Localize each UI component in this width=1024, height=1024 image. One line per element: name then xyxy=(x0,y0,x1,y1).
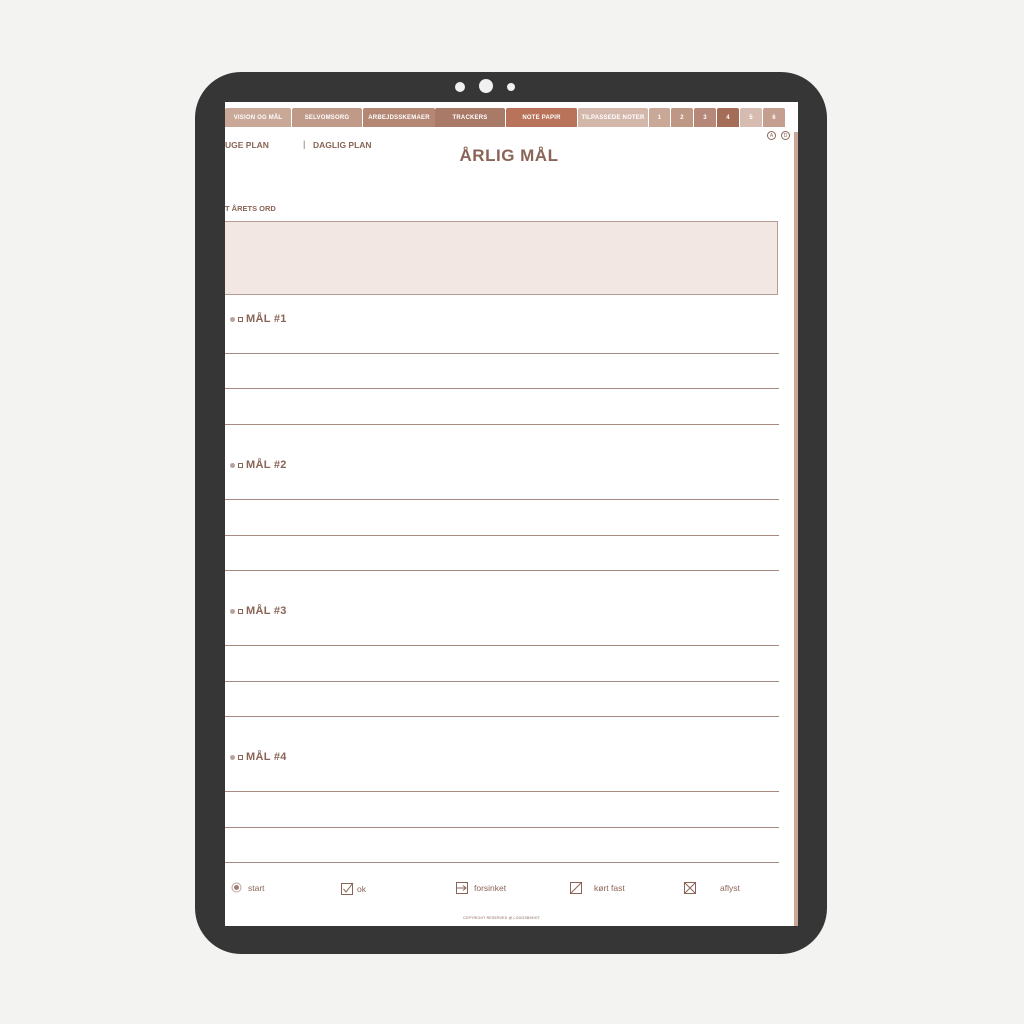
goal-header-1: MÅL #1 xyxy=(230,313,287,325)
nav-separator: | xyxy=(303,139,306,149)
writing-line[interactable] xyxy=(225,499,779,500)
legend-aflyst: aflyst xyxy=(684,882,740,894)
nav-week-plan[interactable]: UGE PLAN xyxy=(225,140,269,150)
writing-line[interactable] xyxy=(225,570,779,571)
legend-forsinket: forsinket xyxy=(456,882,506,894)
writing-line[interactable] xyxy=(225,645,779,646)
bullet-dot-icon xyxy=(230,608,235,614)
tab-note-papir[interactable]: NOTE PAPIR xyxy=(506,108,577,127)
checkbox-ok-icon xyxy=(341,882,354,895)
writing-line[interactable] xyxy=(225,827,779,828)
tab-trackers[interactable]: TRACKERS xyxy=(435,108,505,127)
copyright-text: COPYRIGHT RESERVED @ LOGOSBSHOT xyxy=(462,916,541,920)
writing-line[interactable] xyxy=(225,535,779,536)
bullet-dot-icon xyxy=(230,754,235,760)
goal-label: MÅL #2 xyxy=(246,459,287,471)
checkbox-icon[interactable] xyxy=(238,608,243,614)
arrow-forward-icon xyxy=(456,882,468,894)
goal-header-2: MÅL #2 xyxy=(230,459,287,471)
writing-line[interactable] xyxy=(225,681,779,682)
tab-1[interactable]: 1 xyxy=(649,108,670,127)
legend-label: forsinket xyxy=(474,883,507,893)
tab-tilpassede-noter[interactable]: TILPASSEDE NOTER xyxy=(578,108,648,127)
legend-label: kørt fast xyxy=(594,883,625,893)
legend-label: aflyst xyxy=(720,883,740,893)
tab-3[interactable]: 3 xyxy=(694,108,716,127)
writing-line[interactable] xyxy=(225,388,779,389)
tab-2[interactable]: 2 xyxy=(671,108,693,127)
writing-line[interactable] xyxy=(225,716,779,717)
tab-selvomsorg[interactable]: SELVOMSORG xyxy=(292,108,362,127)
goal-label: MÅL #4 xyxy=(246,751,287,763)
planner-page: VISION OG MÅL SELVOMSORG ARBEJDSSKEMAER … xyxy=(225,102,798,926)
goal-label: MÅL #1 xyxy=(246,313,287,325)
camera-dot-left xyxy=(455,82,465,92)
top-button-a[interactable]: A xyxy=(767,131,776,140)
legend-kort-fast: kørt fast xyxy=(570,882,625,894)
radio-start-icon xyxy=(231,882,242,893)
legend-ok: ok xyxy=(341,882,366,895)
tab-vision-og-mal[interactable]: VISION OG MÅL xyxy=(225,108,291,127)
bullet-dot-icon xyxy=(230,462,235,468)
word-of-year-input[interactable] xyxy=(225,221,778,295)
checkbox-icon[interactable] xyxy=(238,316,243,322)
writing-line[interactable] xyxy=(225,424,779,425)
tab-4[interactable]: 4 xyxy=(717,108,739,127)
nav-daily-plan[interactable]: DAGLIG PLAN xyxy=(313,140,372,150)
word-of-year-label: T ÅRETS ORD xyxy=(225,204,276,213)
checkbox-icon[interactable] xyxy=(238,754,243,760)
camera-lens xyxy=(479,79,493,93)
tab-arbejdsskemaer[interactable]: ARBEJDSSKEMAER xyxy=(363,108,435,127)
goal-header-4: MÅL #4 xyxy=(230,751,287,763)
writing-line[interactable] xyxy=(225,353,779,354)
side-tab-strip[interactable] xyxy=(794,132,798,926)
section-tabs: VISION OG MÅL SELVOMSORG ARBEJDSSKEMAER … xyxy=(225,108,798,128)
legend-label: ok xyxy=(357,883,366,894)
legend-start: start xyxy=(231,882,265,893)
writing-line[interactable] xyxy=(225,862,779,863)
checkbox-icon[interactable] xyxy=(238,462,243,468)
goal-header-3: MÅL #3 xyxy=(230,605,287,617)
legend-label: start xyxy=(248,882,265,893)
writing-line[interactable] xyxy=(225,791,779,792)
goal-label: MÅL #3 xyxy=(246,605,287,617)
x-box-icon xyxy=(684,882,696,894)
camera-dot-right xyxy=(507,83,515,91)
top-button-d[interactable]: D xyxy=(781,131,790,140)
tab-6[interactable]: 6 xyxy=(763,108,785,127)
tab-5[interactable]: 5 xyxy=(740,108,762,127)
slash-box-icon xyxy=(570,882,582,894)
page-title: ÅRLIG MÅL xyxy=(459,146,559,165)
bullet-dot-icon xyxy=(230,316,235,322)
